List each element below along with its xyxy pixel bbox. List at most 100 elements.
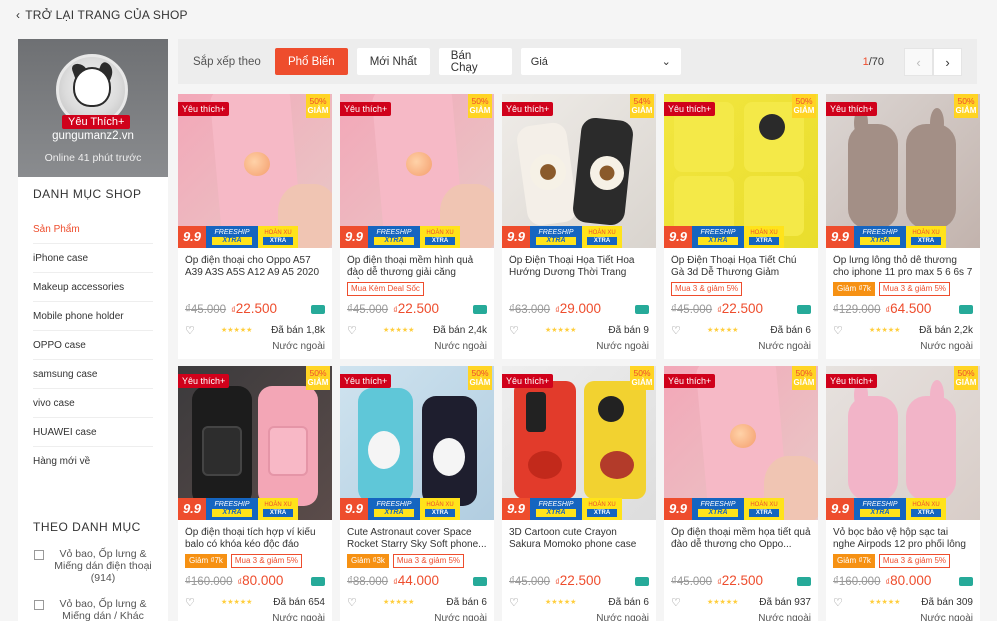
heart-icon[interactable]: ♡ — [347, 324, 363, 337]
coin-back-label: HOÀN XU XTRA — [906, 226, 946, 248]
prev-page-button[interactable]: ‹ — [904, 48, 933, 76]
product-title[interactable]: Ốp Điện Thoại Họa Tiết Chú Gà 3d Dễ Thươ… — [671, 255, 811, 279]
product-card[interactable]: Yêu thích+ 54% GIẢM 9.9 FREESHIP XTRA HOÀN… — [502, 94, 656, 359]
next-page-button[interactable]: › — [933, 48, 962, 76]
filter-checkbox[interactable] — [34, 600, 44, 610]
promo-tag: Giảm ₫7k — [833, 282, 875, 296]
product-title[interactable]: Cute Astronaut cover Space Rocket Starry… — [347, 527, 487, 551]
sale-price: ₫80.000 — [885, 573, 932, 588]
heart-icon[interactable]: ♡ — [833, 324, 849, 337]
product-image[interactable]: Yêu thích+ 50% GIẢM 9.9 FREESHIP XTRA HOÀN… — [826, 94, 980, 248]
product-image[interactable]: Yêu thích+ 50% GIẢM 9.9 FREESHIP XTRA HOÀN… — [826, 366, 980, 520]
product-tags — [671, 554, 811, 568]
product-card[interactable]: Yêu thích+ 50% GIẢM 9.9 FREESHIP XTRA HOÀN… — [826, 366, 980, 621]
category-item[interactable]: Mobile phone holder — [33, 302, 153, 331]
sort-newest-button[interactable]: Mới Nhất — [356, 48, 430, 75]
heart-icon[interactable]: ♡ — [185, 324, 201, 337]
original-price: ₫63.000 — [509, 304, 551, 316]
freeship-label: FREESHIP XTRA — [530, 226, 582, 248]
ship-origin: Nước ngoài — [434, 613, 487, 621]
product-card[interactable]: Yêu thích+ 50% GIẢM 9.9 FREESHIP XTRA HOÀN… — [178, 366, 332, 621]
meta-row: ♡ ★★★★★ Đã bán 937 — [671, 595, 811, 609]
promo-banner: 9.9 FREESHIP XTRA HOÀN XU XTRA — [664, 226, 818, 248]
sale-99-label: 9.9 — [664, 226, 692, 248]
product-card[interactable]: Yêu thích+ 50% GIẢM 9.9 FREESHIP XTRA HOÀN… — [826, 94, 980, 359]
sold-count: Đã bán 2,2k — [919, 324, 973, 336]
category-item[interactable]: Makeup accessories — [33, 273, 153, 302]
freeship-label: FREESHIP XTRA — [368, 226, 420, 248]
sort-popular-button[interactable]: Phổ Biến — [274, 48, 348, 75]
sold-count: Đã bán 937 — [759, 596, 811, 608]
category-item[interactable]: vivo case — [33, 389, 153, 418]
product-title[interactable]: Ốp điện thoại mềm hình quả đào dễ thương… — [347, 255, 487, 279]
product-title[interactable]: Ốp điện thoại cho Oppo A57 A39 A3S A5S A… — [185, 255, 325, 279]
sale-99-label: 9.9 — [178, 226, 206, 248]
product-image[interactable]: Yêu thích+ 50% GIẢM 9.9 FREESHIP XTRA HOÀN… — [178, 366, 332, 520]
promo-tag: Giảm ₫7k — [185, 554, 227, 568]
product-tags: Giảm ₫7k Mua 3 & giảm 5% — [185, 554, 325, 568]
sort-bestselling-button[interactable]: Bán Chạy — [438, 48, 512, 75]
filter-checkbox[interactable] — [34, 550, 44, 560]
category-item[interactable]: iPhone case — [33, 244, 153, 273]
freeship-icon — [797, 304, 811, 314]
product-image[interactable]: Yêu thích+ 50% GIẢM 9.9 FREESHIP XTRA HOÀN… — [340, 94, 494, 248]
heart-icon[interactable]: ♡ — [509, 596, 525, 609]
category-item[interactable]: samsung case — [33, 360, 153, 389]
category-item[interactable]: HUAWEI case — [33, 418, 153, 447]
heart-icon[interactable]: ♡ — [185, 596, 201, 609]
product-card[interactable]: Yêu thích+ 50% GIẢM 9.9 FREESHIP XTRA HOÀN… — [340, 366, 494, 621]
back-to-shop-link[interactable]: ‹ TRỞ LẠI TRANG CỦA SHOP — [16, 8, 188, 22]
product-tags — [185, 282, 325, 296]
sale-price: ₫22.500 — [717, 573, 763, 588]
price-row: ₫45.000 ₫22.500 — [671, 301, 811, 317]
category-filter[interactable]: Vỏ bao, Ốp lưng & Miếng dán điện thoại (… — [34, 548, 154, 584]
category-item[interactable]: Hàng mới về — [33, 447, 153, 476]
heart-icon[interactable]: ♡ — [833, 596, 849, 609]
heart-icon[interactable]: ♡ — [671, 596, 687, 609]
price-sort-select[interactable]: Giá ⌄ — [520, 48, 681, 75]
heart-icon[interactable]: ♡ — [509, 324, 525, 337]
sale-price: ₫22.500 — [393, 301, 439, 316]
category-filter[interactable]: Vỏ bao, Ốp lưng & Miếng dán / Khác (32) — [34, 598, 154, 621]
product-title[interactable]: Vỏ bọc bảo vệ hộp sạc tai nghe Airpods 1… — [833, 527, 973, 551]
category-item[interactable]: OPPO case — [33, 331, 153, 360]
product-card[interactable]: Yêu thích+ 50% GIẢM 9.9 FREESHIP XTRA HOÀN… — [178, 94, 332, 359]
rating-stars-icon: ★★★★★ — [221, 599, 253, 606]
filter-label: Vỏ bao, Ốp lưng & Miếng dán điện thoại (… — [54, 548, 152, 584]
meta-row: ♡ ★★★★★ Đã bán 6 — [671, 323, 811, 337]
product-title[interactable]: Ốp Điện Thoại Họa Tiết Hoa Hướng Dương T… — [509, 255, 649, 279]
category-item[interactable]: Sản Phẩm — [33, 215, 153, 244]
product-image[interactable]: Yêu thích+ 50% GIẢM 9.9 FREESHIP XTRA HOÀN… — [178, 94, 332, 248]
original-price: ₫45.000 — [347, 304, 389, 316]
product-title[interactable]: Ốp lưng lông thỏ dễ thương cho iphone 11… — [833, 255, 973, 279]
heart-icon[interactable]: ♡ — [347, 596, 363, 609]
freeship-label: FREESHIP XTRA — [692, 226, 744, 248]
shop-name[interactable]: gungumanz2.vn — [18, 130, 168, 142]
product-image[interactable]: Yêu thích+ 50% GIẢM 9.9 FREESHIP XTRA HOÀN… — [664, 94, 818, 248]
product-card[interactable]: Yêu thích+ 50% GIẢM 9.9 FREESHIP XTRA HOÀN… — [664, 94, 818, 359]
favorite-plus-badge: Yêu thích+ — [340, 374, 392, 388]
category-list: Sản Phẩm iPhone case Makeup accessories Mob… — [33, 215, 153, 476]
product-image[interactable]: Yêu thích+ 54% GIẢM 9.9 FREESHIP XTRA HOÀN… — [502, 94, 656, 248]
price-row: ₫45.000 ₫22.500 — [509, 573, 649, 589]
price-row: ₫129.000 ₫64.500 — [833, 301, 973, 317]
sort-bar: Sắp xếp theo Phổ Biến Mới Nhất Bán Chạy … — [178, 39, 977, 84]
product-title[interactable]: 3D Cartoon cute Crayon Sakura Momoko pho… — [509, 527, 649, 551]
coin-back-label: HOÀN XU XTRA — [420, 226, 460, 248]
sale-price: ₫64.500 — [885, 301, 932, 316]
original-price: ₫45.000 — [509, 576, 551, 588]
product-image[interactable]: Yêu thích+ 50% GIẢM 9.9 FREESHIP XTRA HOÀN… — [664, 366, 818, 520]
chevron-down-icon: ⌄ — [661, 56, 671, 68]
product-image[interactable]: Yêu thích+ 50% GIẢM 9.9 FREESHIP XTRA HOÀN… — [340, 366, 494, 520]
heart-icon[interactable]: ♡ — [671, 324, 687, 337]
product-card[interactable]: Yêu thích+ 50% GIẢM 9.9 FREESHIP XTRA HOÀN… — [340, 94, 494, 359]
product-tags: Giảm ₫7k Mua 3 & giảm 5% — [833, 282, 973, 296]
sale-99-label: 9.9 — [340, 226, 368, 248]
product-card[interactable]: Yêu thích+ 50% GIẢM 9.9 FREESHIP XTRA HOÀN… — [664, 366, 818, 621]
freeship-icon — [959, 576, 973, 586]
product-title[interactable]: Ốp điện thoại mềm họa tiết quả đào dễ th… — [671, 527, 811, 551]
product-title[interactable]: Ốp điện thoại tích hợp ví kiểu balo có k… — [185, 527, 325, 551]
ship-origin: Nước ngoài — [596, 341, 649, 352]
product-card[interactable]: Yêu thích+ 50% GIẢM 9.9 FREESHIP XTRA HOÀN… — [502, 366, 656, 621]
product-image[interactable]: Yêu thích+ 50% GIẢM 9.9 FREESHIP XTRA HOÀN… — [502, 366, 656, 520]
